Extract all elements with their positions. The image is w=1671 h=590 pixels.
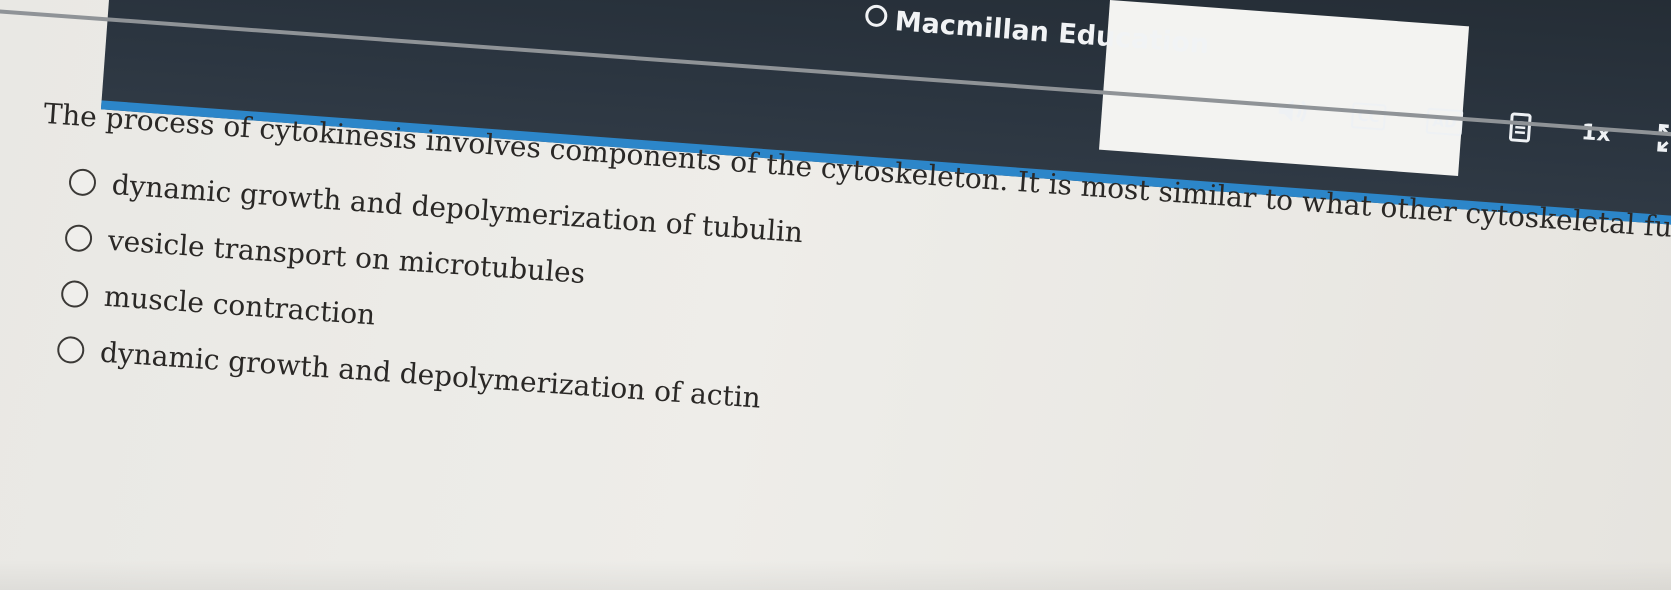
volume-icon: [1275, 96, 1311, 126]
fullscreen-icon: [1656, 123, 1671, 155]
screen-bottom-edge: [0, 560, 1671, 590]
closed-captions-icon: CC: [1350, 102, 1387, 131]
fullscreen-button[interactable]: [1633, 116, 1671, 161]
radio-button[interactable]: [56, 335, 86, 364]
brand-mark-icon: [864, 4, 889, 28]
radio-button[interactable]: [60, 279, 90, 308]
transcript-button[interactable]: [1481, 105, 1560, 150]
answer-option-label: muscle contraction: [102, 279, 377, 332]
radio-button[interactable]: [68, 167, 97, 197]
closed-captions-button[interactable]: CC: [1329, 94, 1408, 139]
screen: Macmillan Education CC AD 1x The process…: [0, 0, 1671, 590]
transcript-icon: [1508, 112, 1532, 144]
audio-description-button[interactable]: AD: [1405, 99, 1484, 144]
playback-speed-label: 1x: [1580, 119, 1612, 147]
audio-description-icon: AD: [1425, 107, 1464, 137]
radio-button[interactable]: [64, 223, 94, 253]
playback-speed-button[interactable]: 1x: [1557, 110, 1636, 155]
volume-button[interactable]: [1254, 88, 1333, 133]
